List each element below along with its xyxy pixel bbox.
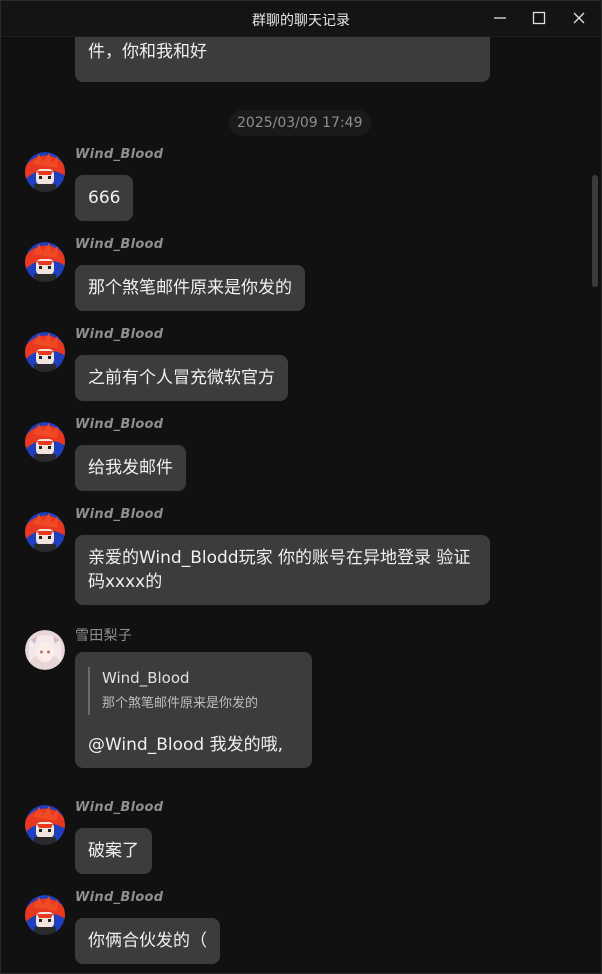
- message-bubble[interactable]: 之前有个人冒充微软官方: [75, 355, 288, 401]
- avatar[interactable]: [25, 332, 65, 372]
- sender-name[interactable]: Wind_Blood: [75, 890, 163, 905]
- quoted-message[interactable]: Wind_Blood 那个煞笔邮件原来是你发的: [88, 667, 299, 715]
- quoted-sender: Wind_Blood: [102, 669, 190, 687]
- message-text: 件，你和我和好: [88, 42, 207, 62]
- avatar[interactable]: [25, 805, 65, 845]
- message-bubble[interactable]: 给我发邮件: [75, 445, 186, 491]
- close-icon: [572, 11, 586, 25]
- chat-history-window: 群聊的聊天记录 件，你和我和好 2025/03/09 17:49 Wind_Bl…: [0, 0, 602, 974]
- sender-name[interactable]: Wind_Blood: [75, 237, 163, 252]
- message-text: 破案了: [88, 841, 139, 861]
- close-button[interactable]: [566, 6, 592, 30]
- message-bubble-partial[interactable]: 件，你和我和好: [75, 37, 490, 82]
- title-bar[interactable]: 群聊的聊天记录: [1, 1, 601, 37]
- sender-name[interactable]: Wind_Blood: [75, 800, 163, 815]
- maximize-icon: [532, 11, 546, 25]
- avatar[interactable]: [25, 512, 65, 552]
- message-text: @Wind_Blood 我发的哦,: [88, 735, 284, 755]
- sender-name[interactable]: 雪田梨子: [75, 625, 132, 645]
- sender-name[interactable]: Wind_Blood: [75, 147, 163, 162]
- scrollbar-thumb[interactable]: [592, 175, 598, 287]
- message-bubble[interactable]: 破案了: [75, 828, 152, 874]
- message-text: 亲爱的Wind_Blodd玩家 你的账号在异地登录 验证码xxxx的: [88, 548, 471, 592]
- avatar[interactable]: [25, 895, 65, 935]
- message-text: 之前有个人冒充微软官方: [88, 368, 275, 388]
- avatar[interactable]: [25, 422, 65, 462]
- message-list[interactable]: 件，你和我和好 2025/03/09 17:49 Wind_Blood 666 …: [1, 37, 601, 973]
- avatar[interactable]: [25, 152, 65, 192]
- sender-name[interactable]: Wind_Blood: [75, 417, 163, 432]
- message-text: 那个煞笔邮件原来是你发的: [88, 278, 292, 298]
- message-text: 给我发邮件: [88, 458, 173, 478]
- sender-name[interactable]: Wind_Blood: [75, 327, 163, 342]
- minimize-button[interactable]: [487, 6, 513, 30]
- timestamp-divider: 2025/03/09 17:49: [229, 110, 371, 136]
- message-bubble[interactable]: 你俩合伙发的（: [75, 918, 220, 964]
- message-text: 你俩合伙发的（: [88, 931, 207, 951]
- minimize-icon: [493, 11, 507, 25]
- message-bubble[interactable]: 亲爱的Wind_Blodd玩家 你的账号在异地登录 验证码xxxx的: [75, 535, 490, 605]
- maximize-button[interactable]: [526, 6, 552, 30]
- message-text: 666: [88, 188, 121, 208]
- message-bubble[interactable]: Wind_Blood 那个煞笔邮件原来是你发的 @Wind_Blood 我发的哦…: [75, 652, 312, 768]
- message-bubble[interactable]: 那个煞笔邮件原来是你发的: [75, 265, 305, 311]
- quoted-text: 那个煞笔邮件原来是你发的: [102, 696, 259, 711]
- sender-name[interactable]: Wind_Blood: [75, 507, 163, 522]
- avatar[interactable]: [25, 630, 65, 670]
- avatar[interactable]: [25, 242, 65, 282]
- message-bubble[interactable]: 666: [75, 175, 134, 221]
